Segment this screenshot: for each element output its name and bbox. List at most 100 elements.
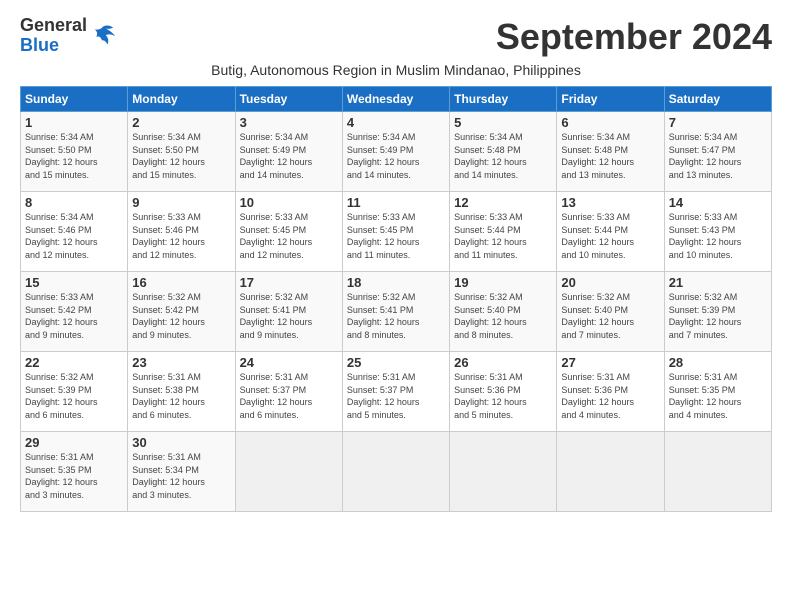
calendar-cell: 8Sunrise: 5:34 AM Sunset: 5:46 PM Daylig… [21, 192, 128, 272]
day-number: 15 [25, 275, 123, 290]
day-number: 16 [132, 275, 230, 290]
calendar-week-4: 22Sunrise: 5:32 AM Sunset: 5:39 PM Dayli… [21, 352, 772, 432]
calendar-cell: 20Sunrise: 5:32 AM Sunset: 5:40 PM Dayli… [557, 272, 664, 352]
day-number: 14 [669, 195, 767, 210]
calendar-cell: 24Sunrise: 5:31 AM Sunset: 5:37 PM Dayli… [235, 352, 342, 432]
day-info: Sunrise: 5:31 AM Sunset: 5:36 PM Dayligh… [561, 371, 659, 421]
logo-text2: Blue [20, 35, 59, 55]
calendar-cell [557, 432, 664, 512]
day-info: Sunrise: 5:34 AM Sunset: 5:50 PM Dayligh… [25, 131, 123, 181]
day-info: Sunrise: 5:31 AM Sunset: 5:37 PM Dayligh… [347, 371, 445, 421]
calendar-cell: 25Sunrise: 5:31 AM Sunset: 5:37 PM Dayli… [342, 352, 449, 432]
day-info: Sunrise: 5:32 AM Sunset: 5:42 PM Dayligh… [132, 291, 230, 341]
calendar-cell: 12Sunrise: 5:33 AM Sunset: 5:44 PM Dayli… [450, 192, 557, 272]
day-info: Sunrise: 5:34 AM Sunset: 5:49 PM Dayligh… [240, 131, 338, 181]
day-number: 10 [240, 195, 338, 210]
day-info: Sunrise: 5:34 AM Sunset: 5:49 PM Dayligh… [347, 131, 445, 181]
day-info: Sunrise: 5:32 AM Sunset: 5:41 PM Dayligh… [347, 291, 445, 341]
calendar-week-2: 8Sunrise: 5:34 AM Sunset: 5:46 PM Daylig… [21, 192, 772, 272]
day-info: Sunrise: 5:34 AM Sunset: 5:46 PM Dayligh… [25, 211, 123, 261]
day-info: Sunrise: 5:34 AM Sunset: 5:50 PM Dayligh… [132, 131, 230, 181]
day-info: Sunrise: 5:31 AM Sunset: 5:34 PM Dayligh… [132, 451, 230, 501]
day-number: 12 [454, 195, 552, 210]
day-number: 18 [347, 275, 445, 290]
day-number: 6 [561, 115, 659, 130]
calendar-cell: 19Sunrise: 5:32 AM Sunset: 5:40 PM Dayli… [450, 272, 557, 352]
calendar-cell: 17Sunrise: 5:32 AM Sunset: 5:41 PM Dayli… [235, 272, 342, 352]
header-friday: Friday [557, 87, 664, 112]
day-info: Sunrise: 5:34 AM Sunset: 5:47 PM Dayligh… [669, 131, 767, 181]
calendar-cell: 22Sunrise: 5:32 AM Sunset: 5:39 PM Dayli… [21, 352, 128, 432]
calendar-cell: 4Sunrise: 5:34 AM Sunset: 5:49 PM Daylig… [342, 112, 449, 192]
calendar-cell [342, 432, 449, 512]
day-info: Sunrise: 5:34 AM Sunset: 5:48 PM Dayligh… [454, 131, 552, 181]
day-number: 24 [240, 355, 338, 370]
day-number: 25 [347, 355, 445, 370]
calendar-cell: 23Sunrise: 5:31 AM Sunset: 5:38 PM Dayli… [128, 352, 235, 432]
day-number: 27 [561, 355, 659, 370]
day-info: Sunrise: 5:34 AM Sunset: 5:48 PM Dayligh… [561, 131, 659, 181]
title-block: September 2024 [496, 16, 772, 58]
day-info: Sunrise: 5:32 AM Sunset: 5:41 PM Dayligh… [240, 291, 338, 341]
day-number: 29 [25, 435, 123, 450]
calendar-cell: 21Sunrise: 5:32 AM Sunset: 5:39 PM Dayli… [664, 272, 771, 352]
day-number: 28 [669, 355, 767, 370]
day-info: Sunrise: 5:32 AM Sunset: 5:39 PM Dayligh… [25, 371, 123, 421]
day-info: Sunrise: 5:33 AM Sunset: 5:45 PM Dayligh… [240, 211, 338, 261]
logo: General Blue [20, 16, 117, 56]
day-number: 19 [454, 275, 552, 290]
header-wednesday: Wednesday [342, 87, 449, 112]
day-number: 9 [132, 195, 230, 210]
calendar-cell: 10Sunrise: 5:33 AM Sunset: 5:45 PM Dayli… [235, 192, 342, 272]
calendar-cell: 5Sunrise: 5:34 AM Sunset: 5:48 PM Daylig… [450, 112, 557, 192]
calendar-cell: 13Sunrise: 5:33 AM Sunset: 5:44 PM Dayli… [557, 192, 664, 272]
calendar-week-1: 1Sunrise: 5:34 AM Sunset: 5:50 PM Daylig… [21, 112, 772, 192]
calendar-cell: 2Sunrise: 5:34 AM Sunset: 5:50 PM Daylig… [128, 112, 235, 192]
day-number: 23 [132, 355, 230, 370]
calendar-cell: 7Sunrise: 5:34 AM Sunset: 5:47 PM Daylig… [664, 112, 771, 192]
day-info: Sunrise: 5:31 AM Sunset: 5:35 PM Dayligh… [669, 371, 767, 421]
day-info: Sunrise: 5:31 AM Sunset: 5:38 PM Dayligh… [132, 371, 230, 421]
day-info: Sunrise: 5:33 AM Sunset: 5:44 PM Dayligh… [561, 211, 659, 261]
header-row: General Blue September 2024 [20, 16, 772, 58]
header-sunday: Sunday [21, 87, 128, 112]
header-thursday: Thursday [450, 87, 557, 112]
day-info: Sunrise: 5:31 AM Sunset: 5:37 PM Dayligh… [240, 371, 338, 421]
calendar-cell: 30Sunrise: 5:31 AM Sunset: 5:34 PM Dayli… [128, 432, 235, 512]
calendar-week-5: 29Sunrise: 5:31 AM Sunset: 5:35 PM Dayli… [21, 432, 772, 512]
day-number: 17 [240, 275, 338, 290]
day-number: 5 [454, 115, 552, 130]
day-info: Sunrise: 5:31 AM Sunset: 5:35 PM Dayligh… [25, 451, 123, 501]
calendar-cell: 16Sunrise: 5:32 AM Sunset: 5:42 PM Dayli… [128, 272, 235, 352]
day-number: 20 [561, 275, 659, 290]
day-number: 26 [454, 355, 552, 370]
calendar-cell: 9Sunrise: 5:33 AM Sunset: 5:46 PM Daylig… [128, 192, 235, 272]
day-info: Sunrise: 5:33 AM Sunset: 5:43 PM Dayligh… [669, 211, 767, 261]
month-title: September 2024 [496, 16, 772, 58]
day-info: Sunrise: 5:31 AM Sunset: 5:36 PM Dayligh… [454, 371, 552, 421]
day-number: 1 [25, 115, 123, 130]
day-info: Sunrise: 5:33 AM Sunset: 5:44 PM Dayligh… [454, 211, 552, 261]
calendar-cell: 6Sunrise: 5:34 AM Sunset: 5:48 PM Daylig… [557, 112, 664, 192]
page: General Blue September 2024 Butig, Auton… [0, 0, 792, 522]
calendar-cell: 15Sunrise: 5:33 AM Sunset: 5:42 PM Dayli… [21, 272, 128, 352]
day-number: 21 [669, 275, 767, 290]
calendar-cell: 3Sunrise: 5:34 AM Sunset: 5:49 PM Daylig… [235, 112, 342, 192]
day-info: Sunrise: 5:33 AM Sunset: 5:46 PM Dayligh… [132, 211, 230, 261]
day-number: 13 [561, 195, 659, 210]
calendar-cell: 29Sunrise: 5:31 AM Sunset: 5:35 PM Dayli… [21, 432, 128, 512]
logo-bird-icon [89, 22, 117, 50]
calendar-cell: 28Sunrise: 5:31 AM Sunset: 5:35 PM Dayli… [664, 352, 771, 432]
calendar-cell: 11Sunrise: 5:33 AM Sunset: 5:45 PM Dayli… [342, 192, 449, 272]
day-info: Sunrise: 5:32 AM Sunset: 5:40 PM Dayligh… [561, 291, 659, 341]
calendar-cell: 1Sunrise: 5:34 AM Sunset: 5:50 PM Daylig… [21, 112, 128, 192]
calendar-cell [450, 432, 557, 512]
day-number: 22 [25, 355, 123, 370]
day-number: 3 [240, 115, 338, 130]
header-tuesday: Tuesday [235, 87, 342, 112]
day-info: Sunrise: 5:33 AM Sunset: 5:42 PM Dayligh… [25, 291, 123, 341]
logo-text: General [20, 15, 87, 35]
header-row-days: Sunday Monday Tuesday Wednesday Thursday… [21, 87, 772, 112]
calendar-cell [664, 432, 771, 512]
day-info: Sunrise: 5:32 AM Sunset: 5:39 PM Dayligh… [669, 291, 767, 341]
